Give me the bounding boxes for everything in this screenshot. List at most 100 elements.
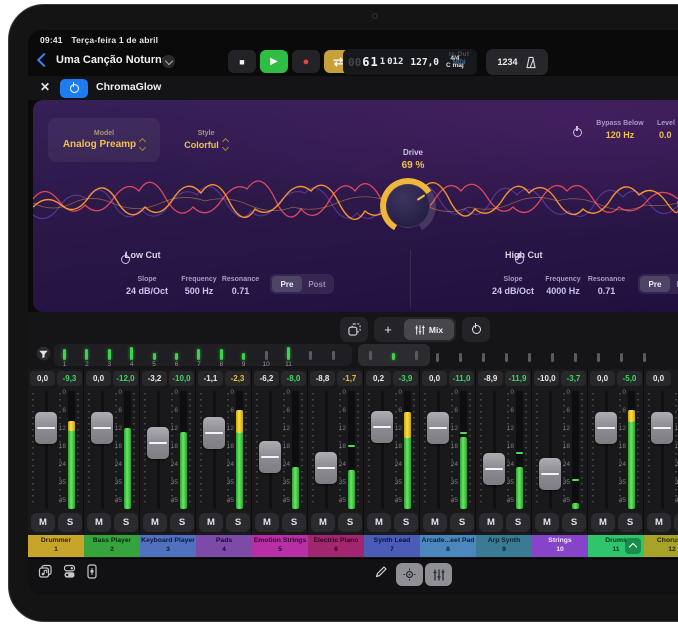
plugin-power-button[interactable] bbox=[60, 79, 88, 98]
mute-button[interactable]: M bbox=[423, 513, 447, 532]
volume-readout[interactable]: -10,0 bbox=[534, 371, 559, 386]
mute-button[interactable]: M bbox=[591, 513, 615, 532]
bypass-power-icon[interactable] bbox=[573, 128, 582, 137]
mute-button[interactable]: M bbox=[143, 513, 167, 532]
volume-readout[interactable]: 0,0 bbox=[30, 371, 55, 386]
mute-button[interactable]: M bbox=[31, 513, 55, 532]
volume-fader[interactable] bbox=[259, 441, 281, 473]
track-name[interactable]: Arp Synth9 bbox=[476, 535, 532, 557]
bypass-below-value[interactable]: 120 Hz bbox=[583, 130, 657, 140]
track-name[interactable]: Strings10 bbox=[532, 535, 588, 557]
volume-fader[interactable] bbox=[203, 417, 225, 449]
volume-readout[interactable]: 0,0 bbox=[86, 371, 111, 386]
volume-fader[interactable] bbox=[315, 452, 337, 484]
post-segment[interactable]: Post bbox=[670, 276, 678, 292]
track-name[interactable]: Keyboard Player3 bbox=[140, 535, 196, 557]
project-title[interactable]: Uma Canção Noturna bbox=[56, 54, 168, 66]
volume-readout[interactable]: -8,8 bbox=[310, 371, 335, 386]
volume-readout[interactable]: -3,2 bbox=[142, 371, 167, 386]
add-track-button[interactable]: + bbox=[374, 322, 402, 337]
solo-button[interactable]: S bbox=[394, 513, 418, 532]
low-cut-pre-post[interactable]: Pre Post bbox=[270, 274, 334, 294]
volume-readout[interactable]: -1,1 bbox=[198, 371, 223, 386]
track-name[interactable]: Drums11 bbox=[588, 535, 644, 557]
drive-knob[interactable] bbox=[386, 184, 430, 228]
sends-button[interactable] bbox=[62, 564, 77, 579]
solo-button[interactable]: S bbox=[562, 513, 586, 532]
post-segment[interactable]: Post bbox=[302, 276, 332, 292]
record-button[interactable]: ● bbox=[292, 50, 320, 73]
solo-button[interactable]: S bbox=[58, 513, 82, 532]
solo-button[interactable]: S bbox=[506, 513, 530, 532]
mute-button[interactable]: M bbox=[647, 513, 671, 532]
pencil-button[interactable] bbox=[374, 565, 388, 579]
volume-readout[interactable]: 0,0 bbox=[646, 371, 671, 386]
track-name[interactable]: Chorus V12 bbox=[644, 535, 678, 557]
track-overview-window-2[interactable] bbox=[358, 344, 430, 366]
count-in-button[interactable]: 1234 bbox=[497, 57, 517, 67]
mute-button[interactable]: M bbox=[199, 513, 223, 532]
resonance-value[interactable]: 0.71 bbox=[579, 286, 634, 296]
mixer-power-button[interactable] bbox=[462, 317, 490, 342]
resonance-value[interactable]: 0.71 bbox=[213, 286, 268, 296]
mute-button[interactable]: M bbox=[367, 513, 391, 532]
track-overview-window[interactable]: 1234567891011 bbox=[54, 344, 352, 366]
high-cut-pre-post[interactable]: Pre Post bbox=[638, 274, 678, 294]
volume-fader[interactable] bbox=[483, 453, 505, 485]
project-menu-button[interactable] bbox=[162, 55, 175, 68]
solo-button[interactable]: S bbox=[618, 513, 642, 532]
track-name[interactable]: Drummer1 bbox=[28, 535, 84, 557]
track-name[interactable]: Arcade...eet Pad8 bbox=[420, 535, 476, 557]
volume-fader[interactable] bbox=[427, 412, 449, 444]
pre-segment[interactable]: Pre bbox=[272, 276, 302, 292]
close-icon[interactable]: ✕ bbox=[40, 80, 50, 94]
volume-readout[interactable]: 0,0 bbox=[422, 371, 447, 386]
mixer-view-button[interactable] bbox=[425, 563, 452, 586]
volume-fader[interactable] bbox=[35, 412, 57, 444]
mute-button[interactable]: M bbox=[479, 513, 503, 532]
channel-strip-button[interactable] bbox=[86, 564, 98, 579]
mute-button[interactable]: M bbox=[255, 513, 279, 532]
solo-button[interactable]: S bbox=[282, 513, 306, 532]
volume-readout[interactable]: -6,2 bbox=[254, 371, 279, 386]
pre-segment[interactable]: Pre bbox=[640, 276, 670, 292]
solo-button[interactable]: S bbox=[226, 513, 250, 532]
solo-button[interactable]: S bbox=[114, 513, 138, 532]
automation-button[interactable] bbox=[396, 563, 423, 586]
duplicate-button[interactable] bbox=[340, 317, 368, 342]
volume-fader[interactable] bbox=[595, 412, 617, 444]
mute-button[interactable]: M bbox=[87, 513, 111, 532]
track-name[interactable]: Bass Player2 bbox=[84, 535, 140, 557]
mute-button[interactable]: M bbox=[311, 513, 335, 532]
mix-tab[interactable]: Mix bbox=[404, 319, 454, 340]
track-overview-tick bbox=[175, 353, 178, 360]
volume-readout[interactable]: 0,0 bbox=[590, 371, 615, 386]
mute-button[interactable]: M bbox=[535, 513, 559, 532]
back-chevron-icon[interactable] bbox=[37, 53, 51, 67]
stop-button[interactable]: ■ bbox=[228, 50, 256, 73]
filter-icon[interactable] bbox=[36, 346, 51, 361]
volume-readout[interactable]: -8,9 bbox=[478, 371, 503, 386]
volume-fader[interactable] bbox=[371, 411, 393, 443]
volume-fader[interactable] bbox=[651, 412, 673, 444]
level-value[interactable]: 0.0 bbox=[657, 130, 678, 140]
track-name[interactable]: Emotion Strings5 bbox=[252, 535, 308, 557]
model-selector[interactable]: Model Analog Preamp bbox=[48, 118, 160, 162]
track-name[interactable]: Electric Piano6 bbox=[308, 535, 364, 557]
solo-button[interactable]: S bbox=[338, 513, 362, 532]
volume-fader[interactable] bbox=[539, 458, 561, 490]
solo-button[interactable]: S bbox=[170, 513, 194, 532]
volume-fader[interactable] bbox=[91, 412, 113, 444]
track-name[interactable]: Pads4 bbox=[196, 535, 252, 557]
volume-fader[interactable] bbox=[147, 427, 169, 459]
solo-button[interactable]: S bbox=[674, 513, 678, 532]
count-in-metronome-group[interactable]: 1234 bbox=[486, 49, 548, 75]
collapse-button[interactable] bbox=[625, 538, 641, 554]
solo-button[interactable]: S bbox=[450, 513, 474, 532]
track-name[interactable]: Synth Lead7 bbox=[364, 535, 420, 557]
metronome-icon[interactable] bbox=[525, 56, 537, 69]
style-selector[interactable]: Style Colorful bbox=[164, 118, 248, 162]
play-button[interactable]: ▶ bbox=[260, 50, 288, 73]
volume-readout[interactable]: 0,2 bbox=[366, 371, 391, 386]
library-button[interactable] bbox=[38, 564, 53, 579]
